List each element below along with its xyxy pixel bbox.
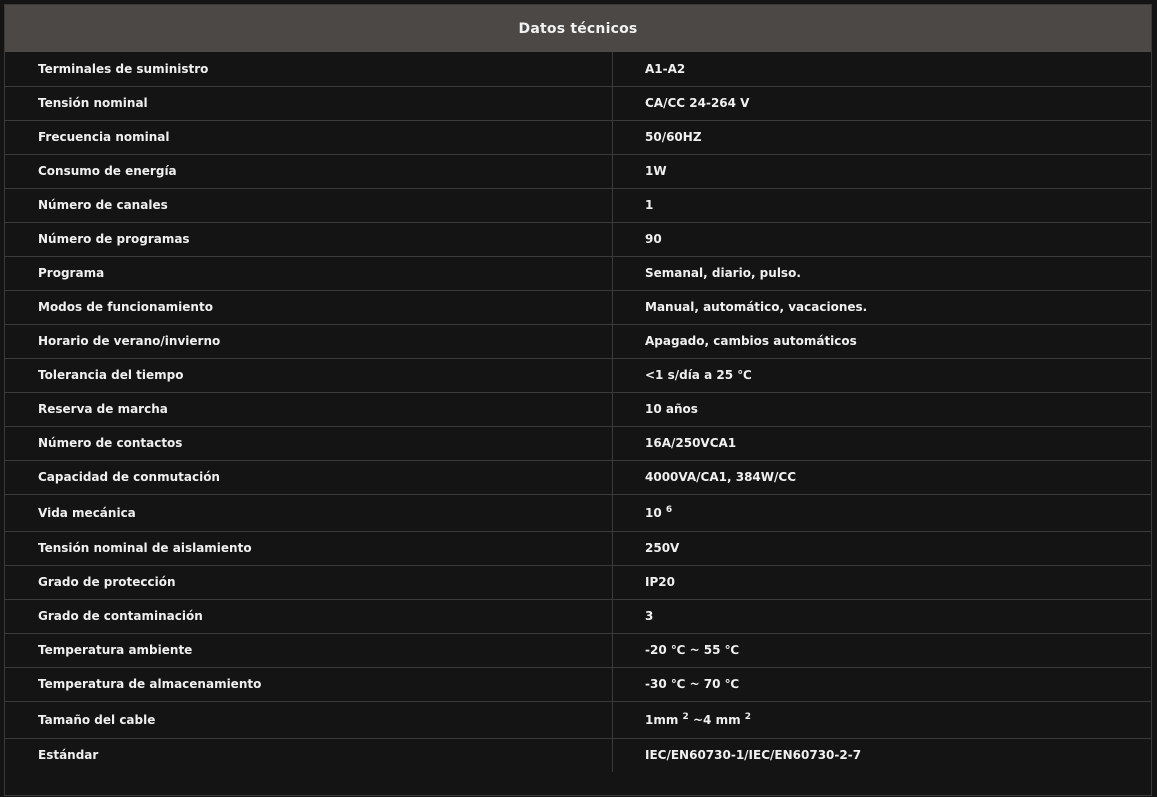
spec-label: Número de canales — [5, 188, 613, 223]
table-row: Reserva de marcha 10 años — [5, 392, 1151, 427]
spec-value: 10 años — [612, 392, 1151, 427]
spec-value: A1-A2 — [612, 52, 1151, 87]
spec-value: 4000VA/CA1, 384W/CC — [612, 460, 1151, 495]
table-header: Datos técnicos — [5, 5, 1151, 52]
table-row: Capacidad de conmutación 4000VA/CA1, 384… — [5, 460, 1151, 495]
table-row: Grado de contaminación 3 — [5, 599, 1151, 634]
value-part-b: ~4 mm — [688, 712, 745, 727]
spec-value: 250V — [612, 531, 1151, 566]
spec-value: 50/60HZ — [612, 120, 1151, 155]
spec-label: Número de programas — [5, 222, 613, 257]
table-row: Número de contactos 16A/250VCA1 — [5, 426, 1151, 461]
value-exponent: 6 — [665, 504, 673, 515]
spec-label: Vida mecánica — [5, 494, 613, 532]
spec-label: Grado de protección — [5, 565, 613, 600]
spec-label: Consumo de energía — [5, 154, 613, 189]
spec-label: Tensión nominal — [5, 86, 613, 121]
spec-value: IP20 — [612, 565, 1151, 600]
spec-value: 90 — [612, 222, 1151, 257]
spec-value: 1 — [612, 188, 1151, 223]
spec-label: Programa — [5, 256, 613, 291]
spec-label: Reserva de marcha — [5, 392, 613, 427]
value-part-a: 1mm — [645, 712, 683, 727]
spec-label: Terminales de suministro — [5, 52, 613, 87]
table-row: Tamaño del cable 1mm 2 ~4 mm 2 — [5, 701, 1151, 739]
value-base: 10 — [645, 505, 666, 520]
spec-value: 3 — [612, 599, 1151, 634]
spec-value: 1W — [612, 154, 1151, 189]
table-row: Tensión nominal CA/CC 24-264 V — [5, 86, 1151, 121]
table-row: Terminales de suministro A1-A2 — [5, 52, 1151, 87]
table-row: Grado de protección IP20 — [5, 565, 1151, 600]
table-row: Estándar IEC/EN60730-1/IEC/EN60730-2-7 — [5, 738, 1151, 772]
spec-label: Temperatura de almacenamiento — [5, 667, 613, 702]
spec-label: Capacidad de conmutación — [5, 460, 613, 495]
table-row: Tolerancia del tiempo <1 s/día a 25 ℃ — [5, 358, 1151, 393]
spec-label: Tensión nominal de aislamiento — [5, 531, 613, 566]
table-row: Temperatura ambiente -20 ℃ ~ 55 ℃ — [5, 633, 1151, 668]
spec-value: 10 6 — [612, 494, 1151, 532]
spec-value: IEC/EN60730-1/IEC/EN60730-2-7 — [645, 748, 862, 763]
spec-value: -30 ℃ ~ 70 ℃ — [612, 667, 1151, 702]
table-row: Temperatura de almacenamiento -30 ℃ ~ 70… — [5, 667, 1151, 702]
spec-label: Tamaño del cable — [5, 701, 613, 739]
spec-label: Grado de contaminación — [5, 599, 613, 634]
table-row: Tensión nominal de aislamiento 250V — [5, 531, 1151, 566]
spec-label: Horario de verano/invierno — [5, 324, 613, 359]
spec-value: Apagado, cambios automáticos — [612, 324, 1151, 359]
table-row: Consumo de energía 1W — [5, 154, 1151, 189]
table-row: Programa Semanal, diario, pulso. — [5, 256, 1151, 291]
table-title: Datos técnicos — [518, 20, 638, 37]
spec-value: 16A/250VCA1 — [612, 426, 1151, 461]
spec-label: Número de contactos — [5, 426, 613, 461]
spec-label: Frecuencia nominal — [5, 120, 613, 155]
technical-data-table: Datos técnicos Terminales de suministro … — [4, 4, 1152, 796]
spec-label: Modos de funcionamiento — [5, 290, 613, 325]
spec-label: Temperatura ambiente — [5, 633, 613, 668]
spec-label: Tolerancia del tiempo — [5, 358, 613, 393]
table-row: Número de programas 90 — [5, 222, 1151, 257]
spec-value: -20 ℃ ~ 55 ℃ — [612, 633, 1151, 668]
spec-label: Estándar — [5, 738, 613, 772]
spec-value: Semanal, diario, pulso. — [612, 256, 1151, 291]
table-row: Número de canales 1 — [5, 188, 1151, 223]
spec-table: Terminales de suministro A1-A2 Tensión n… — [5, 52, 1151, 772]
table-row: Vida mecánica 10 6 — [5, 494, 1151, 532]
spec-value: CA/CC 24-264 V — [612, 86, 1151, 121]
value-exponent-b: 2 — [744, 711, 752, 722]
spec-value: <1 s/día a 25 ℃ — [612, 358, 1151, 393]
spec-value: 1mm 2 ~4 mm 2 — [612, 701, 1151, 739]
table-row: Frecuencia nominal 50/60HZ — [5, 120, 1151, 155]
table-row: Horario de verano/invierno Apagado, camb… — [5, 324, 1151, 359]
spec-value: Manual, automático, vacaciones. — [612, 290, 1151, 325]
table-row: Modos de funcionamiento Manual, automáti… — [5, 290, 1151, 325]
